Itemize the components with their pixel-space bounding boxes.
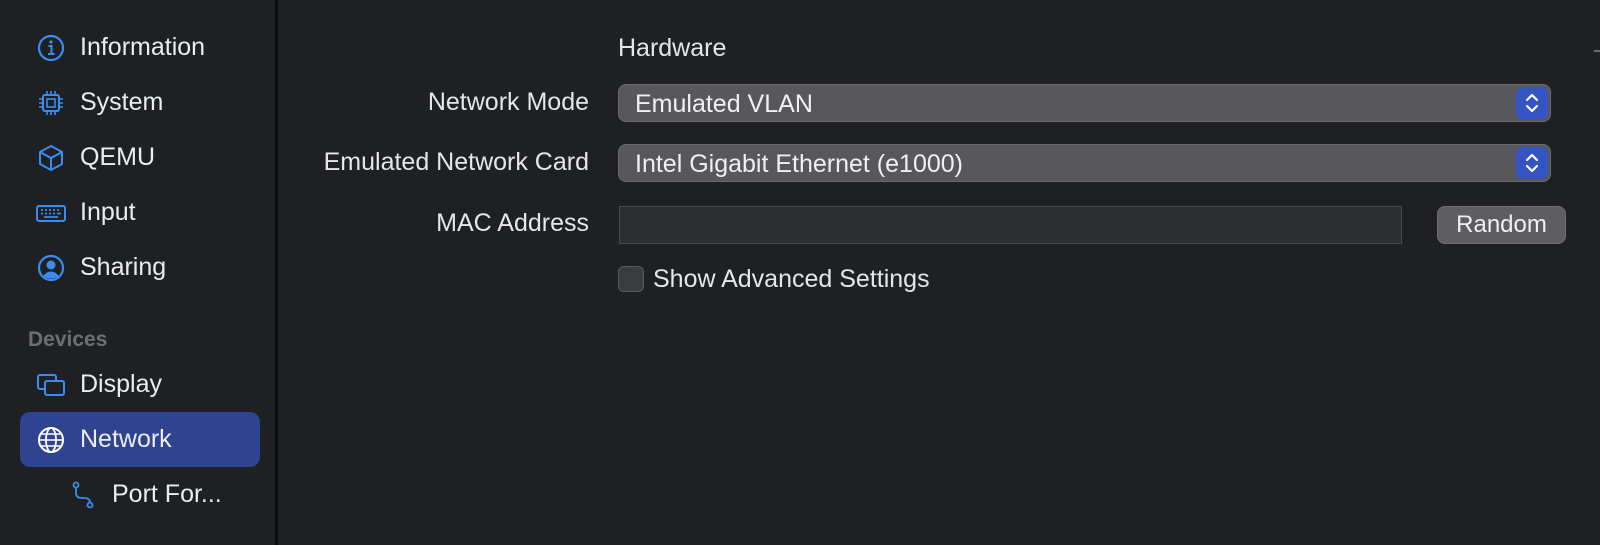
sidebar-item-qemu[interactable]: QEMU xyxy=(20,130,260,185)
hardware-group-title: Hardware xyxy=(618,34,727,62)
devices-section-title: Devices xyxy=(28,328,108,351)
sidebar-item-label: Network xyxy=(80,425,172,453)
sidebar-item-label: Port For... xyxy=(112,480,222,508)
sidebar-item-label: Sharing xyxy=(80,253,167,281)
sidebar-item-network[interactable]: Network xyxy=(20,412,260,467)
sidebar-item-label: Display xyxy=(80,370,162,398)
sidebar-item-label: QEMU xyxy=(80,143,155,171)
sidebar-item-display[interactable]: Display xyxy=(20,357,260,412)
sidebar-item-information[interactable]: Information xyxy=(20,20,260,75)
network-mode-label: Network Mode xyxy=(427,88,589,116)
cube-icon xyxy=(39,145,63,171)
display-windows-icon xyxy=(37,374,65,396)
show-advanced-checkbox[interactable] xyxy=(618,266,644,292)
sidebar-item-input[interactable]: Input xyxy=(20,185,260,240)
sidebar-item-label: Input xyxy=(80,198,136,226)
show-advanced-label[interactable]: Show Advanced Settings xyxy=(653,265,930,294)
window-edge-mark xyxy=(1594,50,1600,52)
network-card-value: Intel Gigabit Ethernet (e1000) xyxy=(635,150,963,178)
sidebar: Information System QEMU Input Sharing De… xyxy=(0,0,278,545)
network-card-popup[interactable]: Intel Gigabit Ethernet (e1000) xyxy=(618,144,1551,182)
sidebar-item-label: System xyxy=(80,88,164,116)
branch-icon xyxy=(72,481,94,509)
mac-address-field[interactable] xyxy=(619,206,1402,244)
sidebar-item-sharing[interactable]: Sharing xyxy=(20,240,260,295)
chevron-up-down-icon xyxy=(1516,147,1548,179)
mac-address-label: MAC Address xyxy=(436,209,589,237)
sidebar-item-port-forward[interactable]: Port For... xyxy=(20,467,260,522)
keyboard-icon xyxy=(36,205,66,222)
cpu-icon xyxy=(39,91,63,115)
info-circle-icon xyxy=(37,34,65,62)
random-mac-button[interactable]: Random xyxy=(1437,206,1566,244)
sidebar-item-label: Information xyxy=(80,33,206,61)
person-circle-icon xyxy=(37,254,65,282)
network-card-label: Emulated Network Card xyxy=(323,148,589,176)
sidebar-item-system[interactable]: System xyxy=(20,75,260,130)
chevron-up-down-icon xyxy=(1516,87,1548,119)
network-settings-panel: Hardware Network Mode Emulated VLAN Emul… xyxy=(278,0,1600,545)
globe-icon xyxy=(38,427,64,453)
network-mode-popup[interactable]: Emulated VLAN xyxy=(618,84,1551,122)
network-mode-value: Emulated VLAN xyxy=(635,90,813,118)
